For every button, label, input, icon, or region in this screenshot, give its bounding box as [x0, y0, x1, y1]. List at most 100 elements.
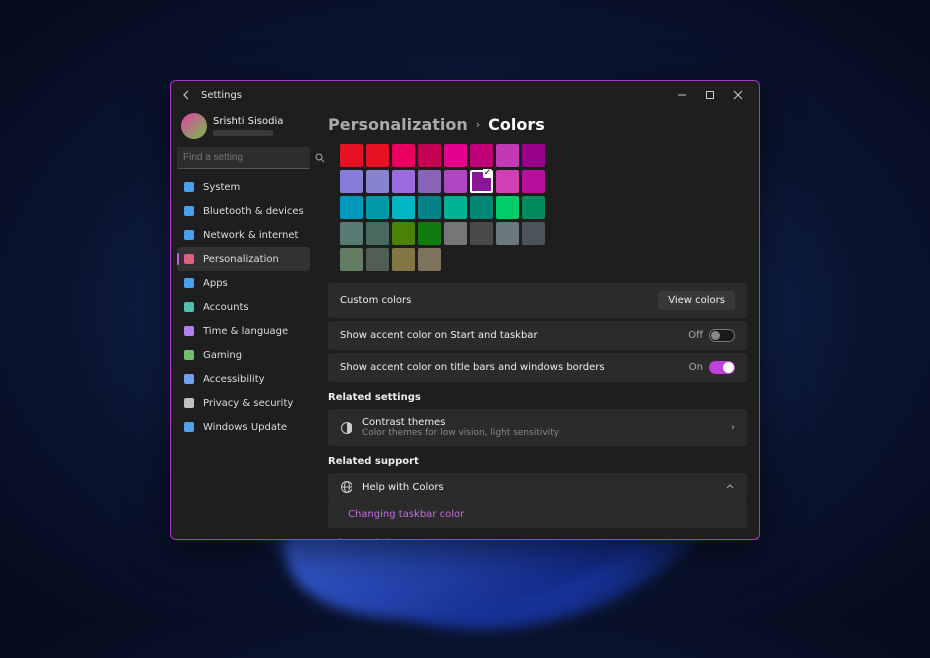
color-swatch[interactable] — [470, 170, 493, 193]
color-swatch[interactable] — [392, 248, 415, 271]
color-swatch[interactable] — [522, 170, 545, 193]
color-swatch[interactable] — [496, 170, 519, 193]
color-swatch[interactable] — [522, 222, 545, 245]
contrast-icon — [340, 422, 352, 434]
custom-colors-row[interactable]: Custom colors View colors — [328, 283, 747, 318]
color-swatch[interactable] — [522, 144, 545, 167]
color-swatch[interactable] — [496, 196, 519, 219]
color-swatch[interactable] — [444, 170, 467, 193]
color-swatch[interactable] — [340, 196, 363, 219]
color-swatch-grid — [328, 144, 747, 271]
breadcrumb-current: Colors — [488, 115, 545, 134]
help-icon — [334, 537, 346, 539]
color-swatch[interactable] — [470, 196, 493, 219]
color-swatch[interactable] — [418, 196, 441, 219]
sidebar-item-label: Network & internet — [203, 230, 298, 241]
color-swatch[interactable] — [418, 222, 441, 245]
update-icon — [183, 421, 195, 433]
get-help-link[interactable]: Get help — [354, 538, 397, 540]
footer: Get help — [328, 531, 747, 539]
help-with-colors-row[interactable]: Help with Colors — [328, 473, 747, 501]
color-swatch[interactable] — [392, 170, 415, 193]
back-button[interactable] — [181, 89, 193, 101]
changing-taskbar-color-link[interactable]: Changing taskbar color — [348, 509, 464, 520]
color-swatch[interactable] — [366, 248, 389, 271]
related-settings-header: Related settings — [328, 392, 747, 403]
accounts-icon — [183, 301, 195, 313]
sidebar-item-time-language[interactable]: Time & language — [177, 319, 310, 343]
help-link-row: Changing taskbar color — [328, 501, 747, 528]
breadcrumb-parent[interactable]: Personalization — [328, 115, 468, 134]
color-swatch[interactable] — [392, 144, 415, 167]
sidebar-item-network-internet[interactable]: Network & internet — [177, 223, 310, 247]
settings-window: Settings Srishti Sisodia SystemBluetooth… — [170, 80, 760, 540]
color-swatch[interactable] — [444, 222, 467, 245]
color-swatch[interactable] — [418, 248, 441, 271]
color-swatch[interactable] — [340, 170, 363, 193]
sidebar-item-system[interactable]: System — [177, 175, 310, 199]
profile-name: Srishti Sisodia — [213, 117, 283, 127]
close-button[interactable] — [731, 88, 745, 102]
sidebar-item-windows-update[interactable]: Windows Update — [177, 415, 310, 439]
sidebar-item-bluetooth-devices[interactable]: Bluetooth & devices — [177, 199, 310, 223]
color-swatch[interactable] — [366, 144, 389, 167]
sidebar-item-label: Accessibility — [203, 374, 265, 385]
help-title: Help with Colors — [362, 482, 725, 493]
sidebar-item-label: Accounts — [203, 302, 249, 313]
time-language-icon — [183, 325, 195, 337]
color-swatch[interactable] — [340, 144, 363, 167]
sidebar-item-accessibility[interactable]: Accessibility — [177, 367, 310, 391]
color-swatch[interactable] — [418, 144, 441, 167]
search-box[interactable] — [177, 147, 310, 169]
accent-titlebar-row: Show accent color on title bars and wind… — [328, 353, 747, 382]
sidebar-item-label: System — [203, 182, 240, 193]
search-input[interactable] — [183, 152, 315, 163]
view-colors-button[interactable]: View colors — [658, 291, 735, 310]
color-swatch[interactable] — [470, 222, 493, 245]
chevron-up-icon — [725, 482, 735, 492]
avatar — [181, 113, 207, 139]
profile[interactable]: Srishti Sisodia — [177, 109, 310, 147]
nav: System Bluetooth & devices Network & inter… — [177, 175, 310, 439]
custom-colors-label: Custom colors — [340, 295, 658, 306]
sidebar-item-label: Bluetooth & devices — [203, 206, 304, 217]
privacy-icon — [183, 397, 195, 409]
color-swatch[interactable] — [340, 222, 363, 245]
contrast-title: Contrast themes — [362, 417, 445, 428]
accent-title-state: On — [689, 362, 703, 373]
accent-start-label: Show accent color on Start and taskbar — [340, 330, 688, 341]
maximize-button[interactable] — [703, 88, 717, 102]
color-swatch[interactable] — [470, 144, 493, 167]
accent-start-toggle[interactable] — [709, 329, 735, 342]
color-swatch[interactable] — [444, 144, 467, 167]
color-swatch[interactable] — [366, 196, 389, 219]
related-support-header: Related support — [328, 456, 747, 467]
network-icon — [183, 229, 195, 241]
minimize-button[interactable] — [675, 88, 689, 102]
sidebar: Srishti Sisodia System Bluetooth & device… — [171, 109, 316, 539]
color-swatch[interactable] — [522, 196, 545, 219]
sidebar-item-gaming[interactable]: Gaming — [177, 343, 310, 367]
color-swatch[interactable] — [496, 222, 519, 245]
bluetooth-icon — [183, 205, 195, 217]
sidebar-item-apps[interactable]: Apps — [177, 271, 310, 295]
color-swatch[interactable] — [392, 222, 415, 245]
color-swatch[interactable] — [366, 170, 389, 193]
color-swatch[interactable] — [392, 196, 415, 219]
color-swatch[interactable] — [366, 222, 389, 245]
sidebar-item-accounts[interactable]: Accounts — [177, 295, 310, 319]
system-icon — [183, 181, 195, 193]
color-swatch[interactable] — [340, 248, 363, 271]
color-swatch[interactable] — [496, 144, 519, 167]
sidebar-item-label: Privacy & security — [203, 398, 293, 409]
contrast-subtitle: Color themes for low vision, light sensi… — [362, 428, 731, 438]
contrast-themes-row[interactable]: Contrast themes Color themes for low vis… — [328, 409, 747, 446]
breadcrumb: Personalization › Colors — [328, 109, 747, 144]
color-swatch[interactable] — [418, 170, 441, 193]
globe-icon — [340, 481, 352, 493]
accent-title-toggle[interactable] — [709, 361, 735, 374]
sidebar-item-personalization[interactable]: Personalization — [177, 247, 310, 271]
sidebar-item-privacy-security[interactable]: Privacy & security — [177, 391, 310, 415]
accent-start-state: Off — [688, 330, 703, 341]
color-swatch[interactable] — [444, 196, 467, 219]
